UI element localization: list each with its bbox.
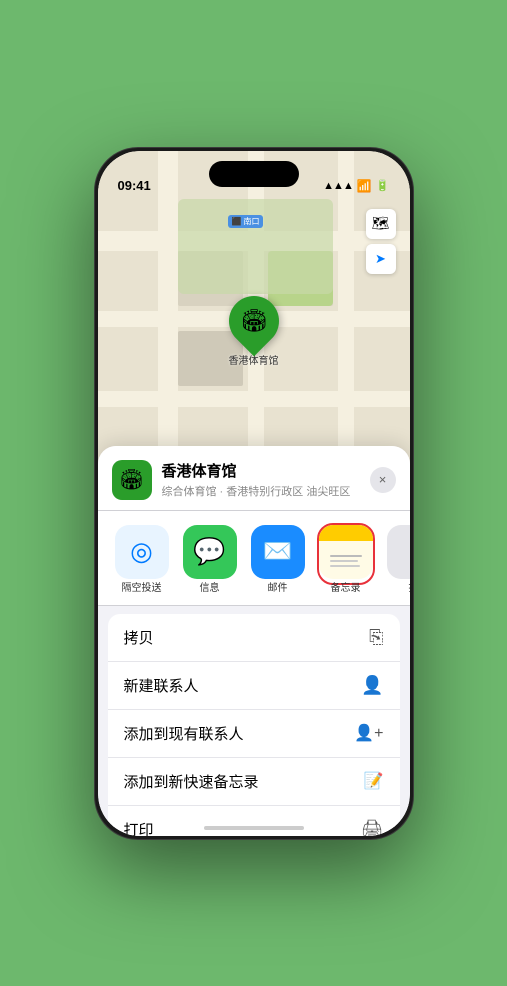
action-copy[interactable]: 拷贝 ⎘ [108,614,400,662]
map-label-text: 南口 [243,216,259,227]
apps-row: ◎ 隔空投送 💬 信息 [112,525,396,595]
notes-lines [324,551,368,571]
map-area: ⬛ 南口 🏟 香港体育馆 🗺 ➤ [98,151,410,491]
venue-name: 香港体育馆 [162,460,362,481]
map-controls: 🗺 ➤ [366,209,396,274]
home-indicator [204,826,304,830]
venue-info: 香港体育馆 综合体育馆 · 香港特别行政区 油尖旺区 [162,460,362,499]
map-type-button[interactable]: 🗺 [366,209,396,239]
messages-icon-wrap: 💬 [183,525,237,579]
airdrop-icon-wrap: ◎ [115,525,169,579]
dynamic-island [209,161,299,187]
bottom-sheet: 🏟 香港体育馆 综合体育馆 · 香港特别行政区 油尖旺区 × ◎ [98,446,410,836]
action-new-contact[interactable]: 新建联系人 👤 [108,662,400,710]
phone-frame: 09:41 ▲▲▲ 📶 🔋 [94,147,414,840]
action-new-contact-label: 新建联系人 [124,675,199,696]
airdrop-icon: ◎ [130,536,153,567]
more-icon-wrap [387,525,410,579]
stadium-pin: 🏟 香港体育馆 [229,296,279,367]
status-icons: ▲▲▲ 📶 🔋 [323,179,389,193]
app-airdrop[interactable]: ◎ 隔空投送 [112,525,172,595]
action-list: 拷贝 ⎘ 新建联系人 👤 添加到现有联系人 👤+ 添加到新快速备忘录 📝 [108,614,400,836]
more-label: 推 [409,583,410,595]
status-time: 09:41 [118,178,151,193]
app-more[interactable]: 推 [384,525,410,595]
venue-icon: 🏟 [112,460,152,500]
map-label: ⬛ 南口 [228,211,264,229]
messages-label: 信息 [200,583,220,595]
action-print-label: 打印 [124,819,154,836]
print-icon: 🖨 [361,819,384,836]
person-add-icon: 👤+ [354,723,383,743]
app-mail[interactable]: ✉️ 邮件 [248,525,308,595]
app-notes[interactable]: 备忘录 [316,525,376,595]
location-button[interactable]: ➤ [366,244,396,274]
mail-label: 邮件 [268,583,288,595]
map-label-icon: ⬛ [232,217,242,226]
venue-emoji: 🏟 [119,467,144,492]
venue-subtitle: 综合体育馆 · 香港特别行政区 油尖旺区 [162,483,362,499]
notes-icon-wrap [319,525,373,579]
location-icon: ➤ [375,251,386,267]
battery-icon: 🔋 [376,179,390,192]
messages-icon: 💬 [193,536,225,567]
app-messages[interactable]: 💬 信息 [180,525,240,595]
action-add-contact[interactable]: 添加到现有联系人 👤+ [108,710,400,758]
apps-scroll: ◎ 隔空投送 💬 信息 [98,511,410,606]
action-quick-note-label: 添加到新快速备忘录 [124,771,259,792]
action-add-contact-label: 添加到现有联系人 [124,723,244,744]
person-icon: 👤 [361,675,383,696]
action-print[interactable]: 打印 🖨 [108,806,400,836]
stadium-icon: 🏟 [240,308,268,334]
notes-label: 备忘录 [331,583,361,595]
mail-icon: ✉️ [263,537,293,566]
wifi-icon: 📶 [357,179,372,193]
note-icon: 📝 [364,771,384,791]
signal-icon: ▲▲▲ [323,180,353,192]
airdrop-label: 隔空投送 [122,583,162,595]
mail-icon-wrap: ✉️ [251,525,305,579]
notes-line-3 [330,565,360,567]
map-type-icon: 🗺 [372,215,390,232]
notes-line-2 [330,560,358,562]
copy-icon: ⎘ [369,627,383,648]
close-button[interactable]: × [370,467,396,493]
action-copy-label: 拷贝 [124,627,154,648]
action-quick-note[interactable]: 添加到新快速备忘录 📝 [108,758,400,806]
notes-line-1 [330,555,362,557]
sheet-header: 🏟 香港体育馆 综合体育馆 · 香港特别行政区 油尖旺区 × [98,446,410,511]
screen: 09:41 ▲▲▲ 📶 🔋 [98,151,410,836]
